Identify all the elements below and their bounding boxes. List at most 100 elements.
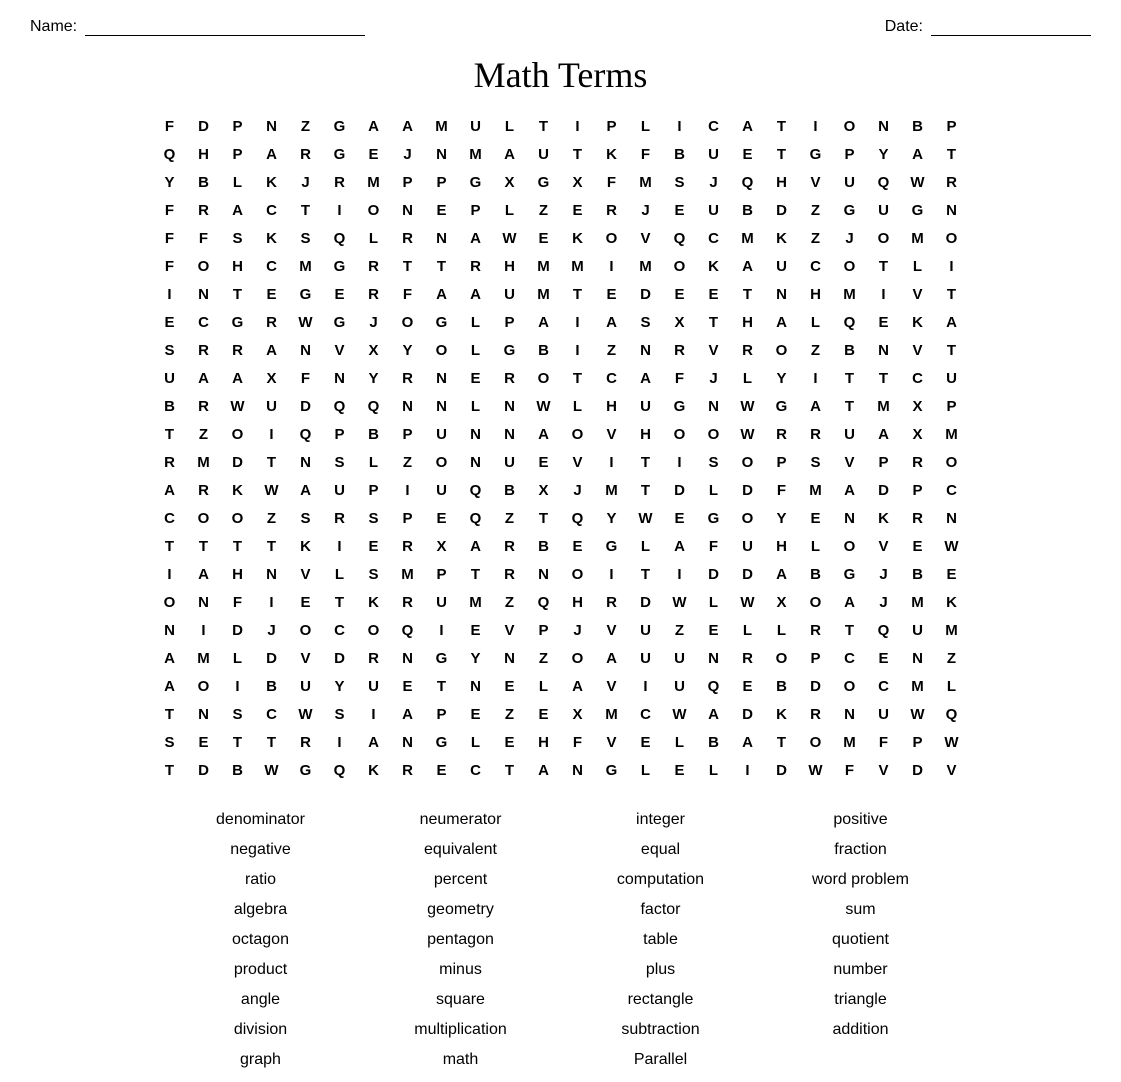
grid-cell: S — [289, 224, 323, 252]
grid-cell: O — [391, 308, 425, 336]
grid-cell: K — [935, 588, 969, 616]
grid-cell: C — [255, 700, 289, 728]
grid-cell: N — [425, 140, 459, 168]
grid-cell: K — [765, 224, 799, 252]
grid-cell: A — [391, 700, 425, 728]
grid-cell: L — [901, 252, 935, 280]
grid-cell: P — [357, 476, 391, 504]
grid-cell: Q — [561, 504, 595, 532]
grid-cell: P — [595, 112, 629, 140]
grid-cell: I — [629, 672, 663, 700]
grid-cell: T — [765, 112, 799, 140]
grid-cell: D — [629, 280, 663, 308]
grid-cell: T — [153, 756, 187, 784]
grid-cell: A — [527, 756, 561, 784]
grid-cell: D — [323, 644, 357, 672]
grid-cell: E — [663, 196, 697, 224]
grid-cell: U — [901, 616, 935, 644]
grid-cell: L — [629, 756, 663, 784]
grid-cell: E — [561, 532, 595, 560]
grid-cell: M — [289, 252, 323, 280]
grid-cell: S — [663, 168, 697, 196]
header: Name: Date: — [20, 10, 1101, 44]
grid-cell: I — [595, 448, 629, 476]
word-item: sum — [761, 898, 961, 922]
grid-cell: B — [527, 532, 561, 560]
grid-cell: N — [527, 560, 561, 588]
grid-cell: O — [867, 224, 901, 252]
grid-cell: E — [357, 532, 391, 560]
grid-cell: E — [629, 728, 663, 756]
grid-cell: N — [323, 364, 357, 392]
grid-cell: R — [391, 532, 425, 560]
grid-cell: B — [527, 336, 561, 364]
word-item: denominator — [161, 808, 361, 832]
grid-cell: W — [493, 224, 527, 252]
grid-cell: T — [425, 672, 459, 700]
grid-cell: L — [697, 588, 731, 616]
grid-cell: S — [289, 504, 323, 532]
grid-cell: X — [663, 308, 697, 336]
name-underline[interactable] — [85, 18, 365, 36]
grid-cell: L — [357, 448, 391, 476]
grid-row: COOZSRSPEQZTQYWEGOYENKRN — [153, 504, 969, 532]
date-underline[interactable] — [931, 18, 1091, 36]
grid-cell: B — [901, 112, 935, 140]
grid-cell: P — [493, 308, 527, 336]
grid-cell: Z — [391, 448, 425, 476]
grid-cell: O — [765, 336, 799, 364]
grid-cell: O — [663, 420, 697, 448]
word-item: table — [561, 928, 761, 952]
word-item: equal — [561, 838, 761, 862]
grid-cell: R — [493, 560, 527, 588]
grid-cell: L — [663, 728, 697, 756]
grid-cell: O — [833, 532, 867, 560]
grid-cell: K — [595, 140, 629, 168]
grid-cell: Y — [867, 140, 901, 168]
grid-cell: J — [629, 196, 663, 224]
grid-cell: D — [187, 756, 221, 784]
grid-cell: V — [595, 728, 629, 756]
grid-cell: T — [255, 728, 289, 756]
grid-cell: D — [731, 560, 765, 588]
word-item: word problem — [761, 868, 961, 892]
grid-row: AOIBUYUETNELAVIUQEBDOCML — [153, 672, 969, 700]
grid-cell: A — [527, 420, 561, 448]
grid-cell: H — [595, 392, 629, 420]
grid-cell: Z — [595, 336, 629, 364]
grid-cell: Z — [527, 644, 561, 672]
grid-cell: D — [663, 476, 697, 504]
grid-cell: M — [629, 252, 663, 280]
grid-cell: Q — [867, 168, 901, 196]
grid-cell: L — [935, 672, 969, 700]
grid-cell: Q — [731, 168, 765, 196]
grid-row: TDBWGQKRECTANGLELIDWFVDV — [153, 756, 969, 784]
grid-cell: J — [391, 140, 425, 168]
grid-cell: G — [697, 504, 731, 532]
grid-row: TNSCWSIAPEZEXMCWADKRNUWQ — [153, 700, 969, 728]
grid-cell: O — [425, 336, 459, 364]
grid-cell: T — [765, 140, 799, 168]
grid-cell: W — [289, 700, 323, 728]
grid-cell: Z — [663, 616, 697, 644]
grid-cell: P — [425, 560, 459, 588]
grid-cell: Y — [391, 336, 425, 364]
grid-cell: T — [221, 280, 255, 308]
grid-cell: G — [799, 140, 833, 168]
grid-cell: G — [595, 532, 629, 560]
grid-cell: T — [493, 756, 527, 784]
grid-cell: L — [799, 532, 833, 560]
grid-cell: I — [153, 280, 187, 308]
grid-cell: T — [527, 112, 561, 140]
grid-cell: U — [935, 364, 969, 392]
grid-cell: R — [799, 420, 833, 448]
grid-cell: K — [221, 476, 255, 504]
grid-cell: E — [153, 308, 187, 336]
grid-cell: N — [935, 504, 969, 532]
grid-cell: O — [561, 644, 595, 672]
grid-cell: Q — [697, 672, 731, 700]
grid-cell: E — [187, 728, 221, 756]
grid-cell: W — [663, 588, 697, 616]
grid-cell: A — [663, 532, 697, 560]
grid-cell: S — [357, 504, 391, 532]
